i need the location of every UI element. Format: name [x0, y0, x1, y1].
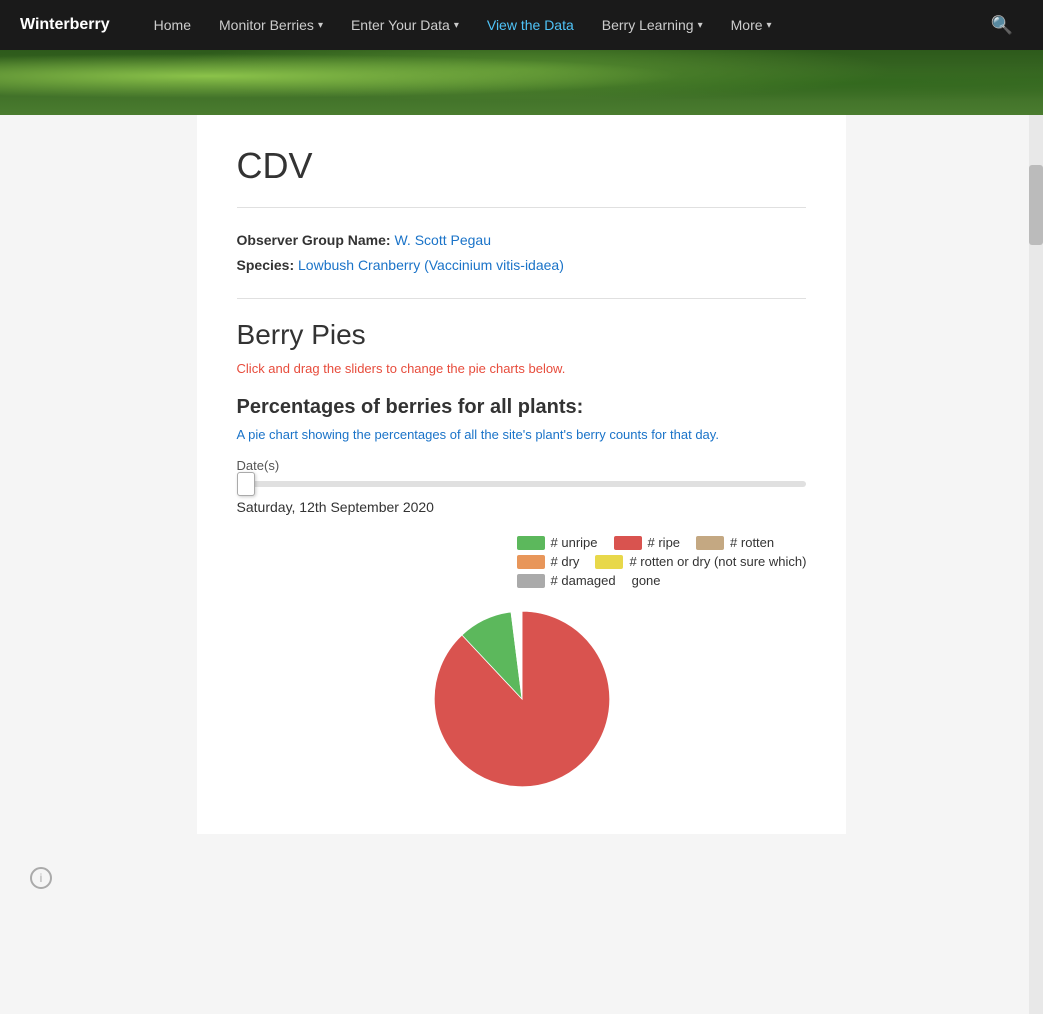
pie-chart: [392, 604, 652, 794]
section-subtitle: Click and drag the sliders to change the…: [237, 361, 807, 376]
observer-label: Observer Group Name:: [237, 232, 391, 248]
legend-row: # dry # rotten or dry (not sure which): [517, 554, 807, 569]
slider-thumb[interactable]: [237, 472, 255, 496]
chevron-down-icon: ▾: [318, 20, 323, 31]
chevron-down-icon: ▾: [454, 20, 459, 31]
legend-label: # rotten or dry (not sure which): [629, 554, 806, 569]
legend-swatch: [517, 574, 545, 588]
navigation: Winterberry Home Monitor Berries ▾ Enter…: [0, 0, 1043, 50]
legend-swatch: [696, 536, 724, 550]
legend-row: # unripe # ripe # rotten: [517, 535, 807, 550]
divider-2: [237, 298, 807, 299]
nav-item-berry-learning[interactable]: Berry Learning ▾: [588, 0, 717, 50]
hero-image: [0, 50, 1043, 115]
observer-row: Observer Group Name: W. Scott Pegau: [237, 228, 807, 253]
legend-item: # rotten or dry (not sure which): [595, 554, 806, 569]
date-display: Saturday, 12th September 2020: [237, 499, 807, 515]
section-title: Berry Pies: [237, 319, 807, 351]
legend-item: # damaged: [517, 573, 616, 588]
legend-swatch: [614, 536, 642, 550]
legend-item: # dry: [517, 554, 580, 569]
subsection-desc: A pie chart showing the percentages of a…: [237, 427, 807, 442]
subsection-title: Percentages of berries for all plants:: [237, 396, 807, 419]
scrollbar-track: [1029, 115, 1043, 1014]
info-icon[interactable]: i: [30, 867, 52, 889]
date-slider-container: [237, 481, 807, 487]
legend-label: # rotten: [730, 535, 774, 550]
chart-legend: # unripe # ripe # rotten # dry # rotten or d…: [237, 535, 807, 588]
subtitle-link[interactable]: change the pie charts below.: [401, 361, 566, 376]
species-row: Species: Lowbush Cranberry (Vaccinium vi…: [237, 253, 807, 278]
legend-item: # rotten: [696, 535, 774, 550]
scrollbar-thumb[interactable]: [1029, 165, 1043, 245]
legend-label: # ripe: [648, 535, 681, 550]
main-content: CDV Observer Group Name: W. Scott Pegau …: [197, 115, 847, 834]
legend-label: # damaged: [551, 573, 616, 588]
nav-links: Home Monitor Berries ▾ Enter Your Data ▾…: [140, 0, 981, 50]
legend-label: # dry: [551, 554, 580, 569]
slider-track[interactable]: [237, 481, 807, 487]
nav-item-enter-data[interactable]: Enter Your Data ▾: [337, 0, 473, 50]
chevron-down-icon: ▾: [698, 20, 703, 31]
legend-item: # unripe: [517, 535, 598, 550]
nav-item-home[interactable]: Home: [140, 0, 205, 50]
chevron-down-icon: ▾: [767, 20, 772, 31]
legend-swatch: [595, 555, 623, 569]
subsection-link[interactable]: all the site's plant's berry counts for …: [464, 427, 719, 442]
date-label: Date(s): [237, 458, 807, 473]
legend-swatch: [517, 555, 545, 569]
legend-label: gone: [632, 573, 661, 588]
legend-label: # unripe: [551, 535, 598, 550]
nav-item-monitor-berries[interactable]: Monitor Berries ▾: [205, 0, 337, 50]
brand-logo[interactable]: Winterberry: [20, 16, 110, 34]
nav-item-more[interactable]: More ▾: [717, 0, 786, 50]
species-label: Species:: [237, 257, 295, 273]
divider: [237, 207, 807, 208]
page-title: CDV: [237, 145, 807, 187]
legend-item: # ripe: [614, 535, 681, 550]
pie-chart-container: [237, 604, 807, 794]
search-icon[interactable]: 🔍: [981, 15, 1023, 36]
legend-row: # damaged gone: [517, 573, 807, 588]
nav-item-view-data[interactable]: View the Data: [473, 0, 588, 50]
meta-block: Observer Group Name: W. Scott Pegau Spec…: [237, 228, 807, 278]
legend-swatch: [517, 536, 545, 550]
observer-name: W. Scott Pegau: [394, 232, 491, 248]
legend-item: gone: [632, 573, 661, 588]
species-name: Lowbush Cranberry (Vaccinium vitis-idaea…: [298, 257, 564, 273]
